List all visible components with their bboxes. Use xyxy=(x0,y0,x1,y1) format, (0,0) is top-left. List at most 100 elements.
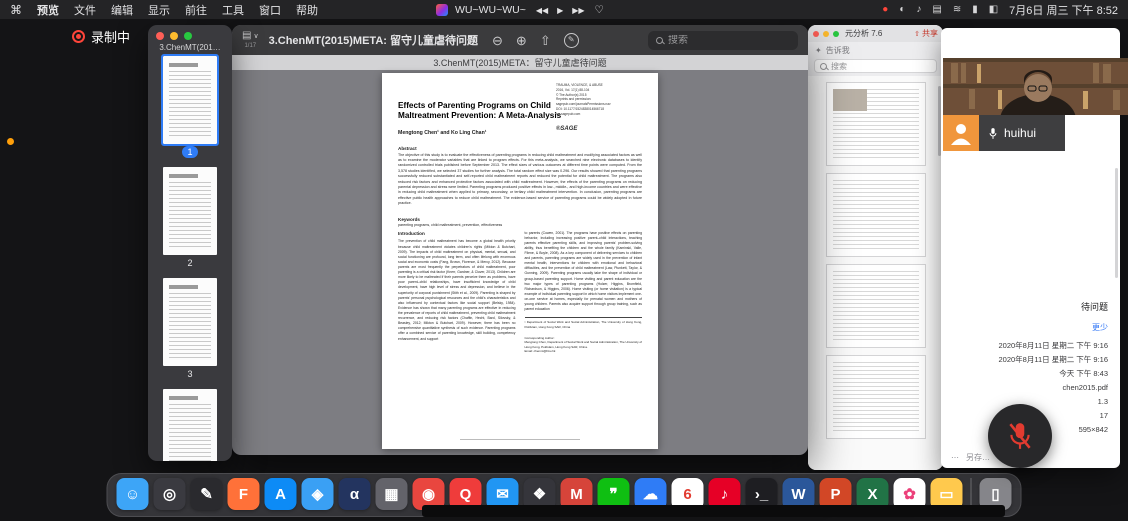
minimize-button[interactable] xyxy=(823,31,829,37)
word-doc-title: 元分析 7.6 xyxy=(845,28,882,39)
page-number-label: 1 xyxy=(182,146,197,158)
page-indicator: 1/17 xyxy=(244,43,256,49)
thumbnail-list: 1 2 3 4 xyxy=(148,56,232,461)
participant-name-tag[interactable]: huihui xyxy=(979,115,1065,151)
thumb-text-lines xyxy=(169,404,211,461)
thumbnail-page-1[interactable]: 1 xyxy=(163,56,217,158)
now-playing-title: WU~WU~WU~ xyxy=(455,4,526,16)
webcam-feed xyxy=(943,58,1128,115)
share-icon[interactable]: ⇧ xyxy=(540,34,551,47)
person-icon xyxy=(949,121,973,145)
apple-menu-icon[interactable]: ⌘ xyxy=(10,3,22,17)
dock-settings[interactable]: ◎ xyxy=(154,478,186,510)
menu-clock[interactable]: 7月6日 周三 下午 8:52 xyxy=(1009,2,1118,18)
participant-video-tile[interactable] xyxy=(943,58,1128,115)
now-playing-widget[interactable]: WU~WU~WU~ ◀◀ ▶ ▶▶ ♡ xyxy=(436,4,604,16)
word-search-field[interactable]: 搜索 xyxy=(814,59,937,73)
markup-icon[interactable]: ✎ xyxy=(564,33,579,48)
dock-draw[interactable]: ✎ xyxy=(191,478,223,510)
display-brightness-icon[interactable]: ◐ xyxy=(899,4,905,15)
text-lines xyxy=(833,362,919,432)
mute-microphone-button[interactable] xyxy=(988,404,1052,468)
chevron-down-icon: ∨ xyxy=(253,33,258,40)
text-lines xyxy=(833,271,919,341)
screen-recording-indicator[interactable]: 录制中 xyxy=(72,27,130,46)
zoom-in-icon[interactable]: ⊕ xyxy=(516,34,527,47)
close-button[interactable] xyxy=(813,31,819,37)
media-next-icon[interactable]: ▶▶ xyxy=(572,6,584,15)
page-thumbnail[interactable] xyxy=(163,278,217,366)
figure-placeholder xyxy=(833,89,867,111)
battery-icon[interactable]: ▮ xyxy=(972,4,978,15)
tell-me-button[interactable]: ✦ 告诉我 xyxy=(808,42,943,57)
corresponding-author-note: Corresponding Author: Mengtong Chen, Dep… xyxy=(525,334,643,353)
word-titlebar: 元分析 7.6 ⇧ 共享 xyxy=(808,25,943,42)
dock-stats[interactable]: α xyxy=(339,478,371,510)
page-thumbnail[interactable] xyxy=(163,167,217,255)
pdf-page: TRAUMA, VIOLENCE, & ABUSE 2016, Vol. 17(… xyxy=(382,73,658,449)
menu-item-7[interactable]: 帮助 xyxy=(296,2,318,18)
more-options-icon[interactable]: ⋯ xyxy=(951,453,959,462)
sage-logo: ®SAGE xyxy=(556,126,577,132)
info-value-0: 2020年8月11日 星期二 下午 9:16 xyxy=(949,339,1108,353)
mic-icon xyxy=(988,127,998,140)
scrollbar[interactable] xyxy=(1115,168,1118,278)
thumbnail-page-3[interactable]: 3 xyxy=(163,278,217,380)
menu-item-6[interactable]: 窗口 xyxy=(259,2,281,18)
save-as-label[interactable]: 另存… xyxy=(966,452,990,463)
menu-item-1[interactable]: 文件 xyxy=(74,2,96,18)
share-button[interactable]: ⇧ 共享 xyxy=(914,28,938,39)
wifi-icon[interactable]: ≋ xyxy=(953,4,961,15)
word-pages[interactable] xyxy=(808,76,943,470)
thumb-title-line xyxy=(169,285,198,289)
volume-icon[interactable]: ♪ xyxy=(916,4,921,15)
menu-item-3[interactable]: 显示 xyxy=(148,2,170,18)
preview-titlebar: ▤ ∨ 1/17 3.ChenMT(2015)META: 留守儿童虐待问题 ⊖ … xyxy=(232,25,808,55)
page-footer-rule xyxy=(382,427,658,445)
show-less-toggle[interactable]: 更少 xyxy=(1092,322,1108,333)
dock-safari[interactable]: ◈ xyxy=(302,478,334,510)
media-play-icon[interactable]: ▶ xyxy=(557,6,563,15)
thumb-title-line xyxy=(169,174,198,178)
zoom-button[interactable] xyxy=(833,31,839,37)
menu-item-5[interactable]: 工具 xyxy=(222,2,244,18)
search-field[interactable] xyxy=(648,31,798,50)
screen-record-icon[interactable]: ● xyxy=(882,4,888,15)
minimize-button[interactable] xyxy=(170,32,178,40)
document-title-bar: 3.ChenMT(2015)META：留守儿童虐待问题 xyxy=(232,55,808,70)
document-title: 3.ChenMT(2015)META：留守儿童虐待问题 xyxy=(433,56,606,69)
search-input[interactable] xyxy=(668,35,790,46)
thumbnail-page-4[interactable]: 4 xyxy=(163,389,217,461)
thumbnail-page-2[interactable]: 2 xyxy=(163,167,217,269)
menu-item-0[interactable]: 预览 xyxy=(37,2,59,18)
search-icon xyxy=(656,37,663,44)
dock-app-store[interactable]: A xyxy=(265,478,297,510)
meeting-control-bar[interactable] xyxy=(422,505,1005,517)
page-thumbnail[interactable] xyxy=(163,56,217,144)
dock-firefox[interactable]: F xyxy=(228,478,260,510)
keyboard-input-icon[interactable]: ▤ xyxy=(932,4,941,15)
info-value-2: 今天 下午 8:43 xyxy=(949,367,1108,381)
control-center-icon[interactable]: ◧ xyxy=(989,4,998,15)
zoom-button[interactable] xyxy=(184,32,192,40)
close-button[interactable] xyxy=(156,32,164,40)
tell-me-icon: ✦ xyxy=(815,46,822,55)
participant-name: huihui xyxy=(1004,126,1036,140)
menu-item-2[interactable]: 编辑 xyxy=(111,2,133,18)
zoom-out-icon[interactable]: ⊖ xyxy=(492,34,503,47)
paper-title: Effects of Parenting Programs on Child M… xyxy=(398,101,566,121)
favorite-heart-icon[interactable]: ♡ xyxy=(595,4,604,16)
sidebar-toggle-button[interactable]: ▤ ∨ 1/17 xyxy=(242,31,259,49)
media-prev-icon[interactable]: ◀◀ xyxy=(536,6,548,15)
participant-avatar-tile[interactable] xyxy=(943,115,979,151)
page-thumbnail[interactable] xyxy=(163,389,217,461)
dock-launchpad[interactable]: ▦ xyxy=(376,478,408,510)
menu-item-4[interactable]: 前往 xyxy=(185,2,207,18)
introduction-column-1: The prevention of child maltreatment has… xyxy=(398,239,516,341)
pdf-viewport[interactable]: TRAUMA, VIOLENCE, & ABUSE 2016, Vol. 17(… xyxy=(232,70,808,455)
page-number-label: 2 xyxy=(183,257,197,269)
dock-finder[interactable]: ☺ xyxy=(117,478,149,510)
info-value-3: chen2015.pdf xyxy=(949,381,1108,395)
text-lines xyxy=(833,180,919,250)
music-app-icon xyxy=(436,4,448,16)
